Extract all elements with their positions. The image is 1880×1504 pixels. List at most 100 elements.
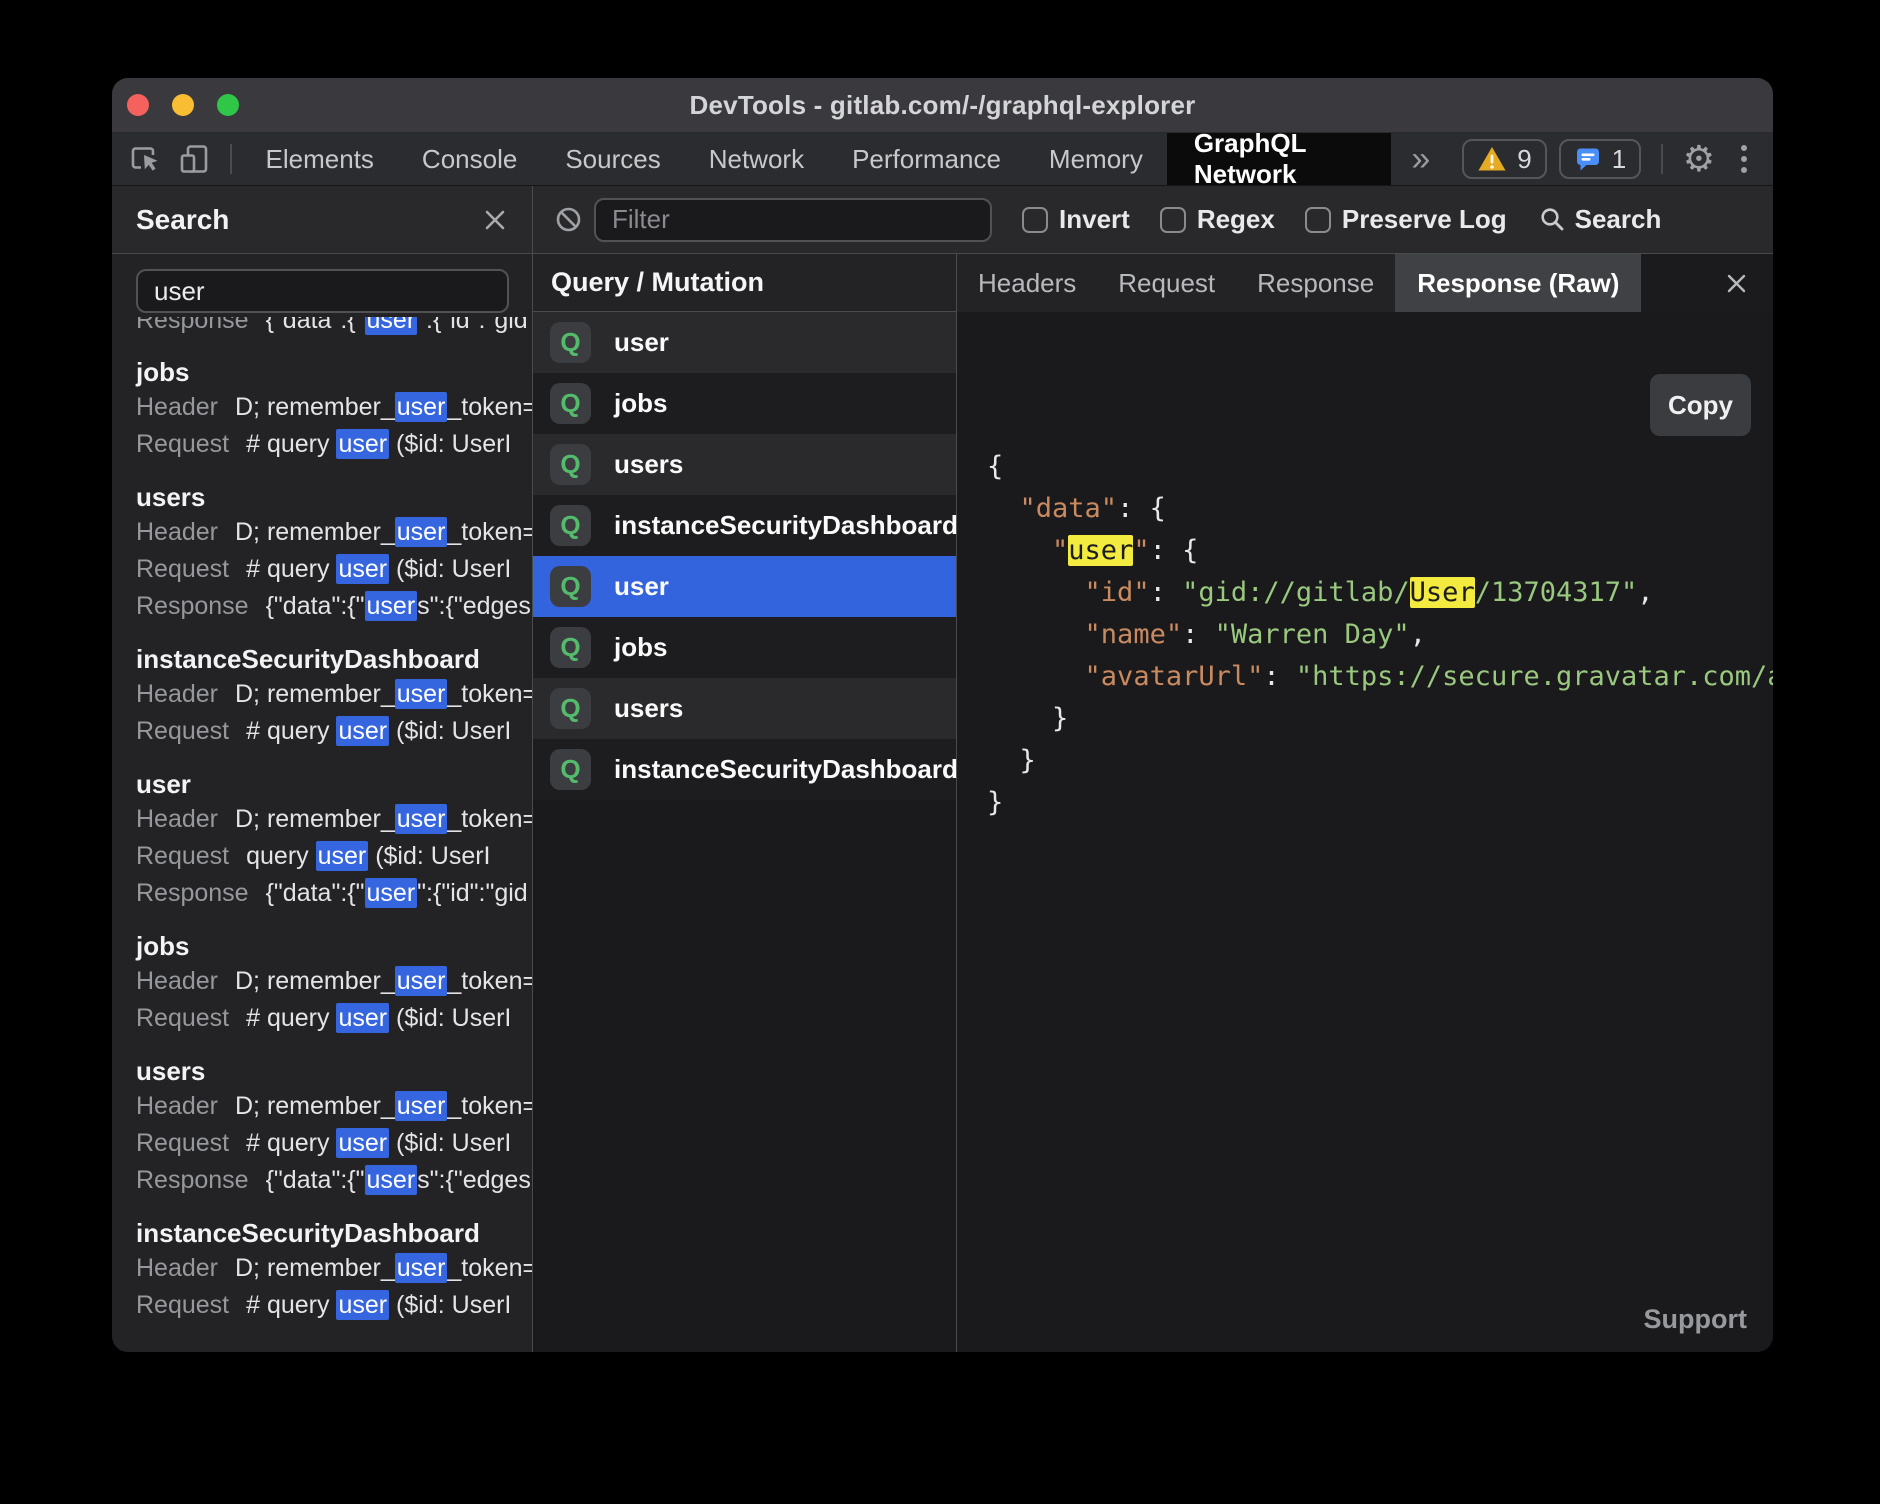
messages-badge[interactable]: 1 (1559, 139, 1641, 179)
text-segment: D; remember_ (235, 680, 395, 708)
text-segment: user (395, 517, 448, 547)
message-count: 1 (1612, 144, 1626, 175)
text-segment: ($id: UserI (389, 1291, 511, 1319)
checkbox-box-regex[interactable] (1160, 207, 1186, 233)
query-item-user[interactable]: Quser (533, 312, 956, 373)
search-group-title[interactable]: users (136, 480, 532, 514)
search-result-line[interactable]: HeaderD; remember_user_token=e (136, 963, 532, 1000)
text-segment: D; remember_ (235, 805, 395, 833)
query-item-instancesecuritydashboard[interactable]: QinstanceSecurityDashboard (533, 739, 956, 800)
search-result-line[interactable]: Response{"data":{"users":{"edges (136, 1162, 532, 1199)
search-group-title[interactable]: user (136, 767, 532, 801)
search-result-line[interactable]: HeaderD; remember_user_token=e (136, 514, 532, 551)
search-result-line[interactable]: Requestquery user ($id: UserI (136, 838, 532, 875)
settings-gear-icon[interactable]: ⚙ (1683, 139, 1715, 180)
devtools-window: DevTools - gitlab.com/-/graphql-explorer… (112, 78, 1773, 1352)
text-segment: D; remember_ (235, 967, 395, 995)
text-segment: , (1410, 619, 1426, 650)
tab-response-raw[interactable]: Response (Raw) (1395, 254, 1641, 312)
query-item-user[interactable]: Quser (533, 556, 956, 617)
tab-graphql-network[interactable]: GraphQL Network (1167, 133, 1391, 185)
search-result-line[interactable]: Response{"data":{"user":{"id":"gid (136, 875, 532, 912)
line-value: # query user ($id: UserI (246, 554, 511, 584)
kebab-menu-icon[interactable] (1741, 145, 1747, 173)
json-line: "avatarUrl": "https://secure.gravatar.co… (987, 656, 1773, 698)
search-group-title[interactable]: jobs (136, 355, 532, 389)
tab-console[interactable]: Console (398, 133, 541, 185)
text-segment: D; remember_ (235, 393, 395, 421)
search-group-title[interactable]: instanceSecurityDashboard (136, 1216, 532, 1250)
tab-response[interactable]: Response (1236, 254, 1395, 312)
search-input[interactable] (136, 269, 509, 313)
block-clear-icon[interactable] (555, 206, 582, 233)
text-segment: # query (246, 430, 336, 458)
more-tabs-icon[interactable]: » (1391, 133, 1450, 185)
json-line: "data": { (987, 488, 1773, 530)
text-segment: user (336, 429, 389, 459)
indent (987, 661, 1085, 692)
search-result-line[interactable]: Request# query user ($id: UserI (136, 1125, 532, 1162)
close-search-icon[interactable] (482, 207, 508, 233)
search-result-line[interactable]: Response{"data":{"users":{"edges (136, 588, 532, 625)
line-value: D; remember_user_token=e (235, 804, 532, 834)
query-item-users[interactable]: Qusers (533, 434, 956, 495)
issues-warning-badge[interactable]: 9 (1462, 139, 1546, 179)
search-result-line[interactable]: HeaderD; remember_user_token=e (136, 1250, 532, 1287)
line-label: Request (136, 842, 229, 870)
text-segment: user (336, 716, 389, 746)
checkbox-box-invert[interactable] (1022, 207, 1048, 233)
search-result-line[interactable]: HeaderD; remember_user_token=e (136, 389, 532, 426)
line-label: Request (136, 717, 229, 745)
checkbox-invert[interactable]: Invert (1022, 204, 1130, 235)
query-item-users[interactable]: Qusers (533, 678, 956, 739)
search-result-line[interactable]: HeaderD; remember_user_token=e (136, 676, 532, 713)
query-item-label: instanceSecurityDashboard (614, 754, 958, 785)
search-result-line[interactable]: Request# query user ($id: UserI (136, 713, 532, 750)
text-segment: {"data":{" (266, 1166, 365, 1194)
search-group-title[interactable]: jobs (136, 929, 532, 963)
tab-sources[interactable]: Sources (541, 133, 684, 185)
search-results-panel: Response{"data":{"user":{"id":"gid jobsH… (112, 254, 533, 1352)
network-search-button[interactable]: Search (1539, 204, 1662, 235)
search-result-line[interactable]: Response{"data":{"user":{"id":"gid (136, 317, 532, 338)
search-group-title[interactable]: instanceSecurityDashboard (136, 642, 532, 676)
search-group-title[interactable]: users (136, 1054, 532, 1088)
search-result-line[interactable]: HeaderD; remember_user_token=e (136, 1088, 532, 1125)
search-result-line[interactable]: HeaderD; remember_user_token=e (136, 801, 532, 838)
device-toolbar-icon[interactable] (170, 133, 220, 185)
text-segment: user (395, 1253, 448, 1283)
warning-count: 9 (1517, 144, 1531, 175)
tab-elements[interactable]: Elements (242, 133, 398, 185)
support-link[interactable]: Support (1644, 1298, 1747, 1340)
line-label: Header (136, 393, 218, 421)
inspect-element-icon[interactable] (112, 133, 170, 185)
text-segment: query (246, 842, 315, 870)
text-segment: ($id: UserI (389, 1004, 511, 1032)
tab-headers[interactable]: Headers (957, 254, 1097, 312)
clipped-search-result[interactable]: Response{"data":{"user":{"id":"gid (136, 317, 532, 338)
search-result-line[interactable]: Request# query user ($id: UserI (136, 1287, 532, 1324)
query-item-jobs[interactable]: Qjobs (533, 617, 956, 678)
tab-request[interactable]: Request (1097, 254, 1236, 312)
response-raw-viewer[interactable]: { "data": { "user": { "id": "gid://gitla… (957, 312, 1773, 1352)
search-result-line[interactable]: Request# query user ($id: UserI (136, 1000, 532, 1037)
line-label: Request (136, 1291, 229, 1319)
checkbox-box-preserve-log[interactable] (1305, 207, 1331, 233)
line-value: # query user ($id: UserI (246, 1128, 511, 1158)
checkbox-regex[interactable]: Regex (1160, 204, 1275, 235)
query-item-jobs[interactable]: Qjobs (533, 373, 956, 434)
tab-memory[interactable]: Memory (1025, 133, 1167, 185)
indent (987, 745, 1020, 776)
tab-performance[interactable]: Performance (828, 133, 1025, 185)
search-result-line[interactable]: Request# query user ($id: UserI (136, 426, 532, 463)
text-segment: user (395, 804, 448, 834)
checkbox-preserve-log[interactable]: Preserve Log (1305, 204, 1507, 235)
search-result-line[interactable]: Request# query user ($id: UserI (136, 551, 532, 588)
text-segment: "data" (1020, 493, 1118, 524)
query-item-instancesecuritydashboard[interactable]: QinstanceSecurityDashboard (533, 495, 956, 556)
tab-network[interactable]: Network (685, 133, 828, 185)
text-segment: user (336, 1003, 389, 1033)
filter-input[interactable] (594, 198, 992, 242)
copy-button[interactable]: Copy (1650, 374, 1751, 436)
close-detail-icon[interactable] (1724, 271, 1749, 296)
